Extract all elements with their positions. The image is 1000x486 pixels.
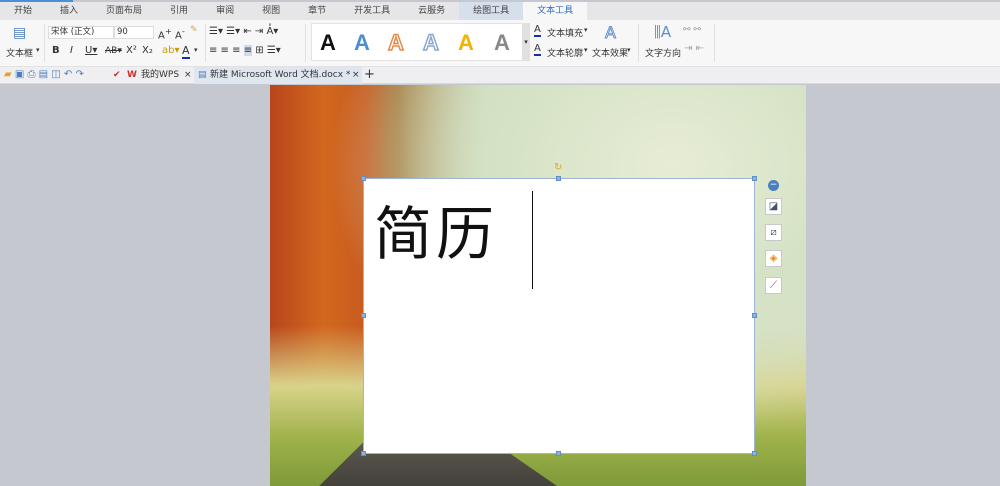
arrange-icons[interactable]: ⇥ ⇤	[684, 43, 704, 54]
text-style-gallery: A A A A A A	[311, 23, 529, 61]
shape-outline-icon[interactable]: ⧄	[765, 224, 782, 241]
textbox-button[interactable]: 文本框	[6, 46, 33, 59]
text-effect-icon: A	[605, 23, 617, 43]
tab-review[interactable]: 审阅	[202, 2, 248, 20]
strikethrough-button[interactable]: AB▾	[105, 46, 122, 56]
tab-view[interactable]: 视图	[248, 2, 294, 20]
italic-button[interactable]: I	[70, 45, 73, 56]
resize-handle-tl[interactable]	[361, 176, 366, 181]
tab-drawing-tools[interactable]: 绘图工具	[459, 2, 524, 20]
text-box[interactable]: 简历	[363, 178, 755, 454]
tab-section[interactable]: 章节	[294, 2, 340, 20]
style-blue-outline[interactable]: A	[422, 29, 439, 56]
resize-handle-br[interactable]	[752, 451, 757, 456]
text-cursor	[532, 191, 533, 289]
style-orange-outline[interactable]: A	[387, 29, 404, 56]
bold-button[interactable]: B	[52, 45, 60, 56]
resize-handle-tr[interactable]	[752, 176, 757, 181]
text-outline-icon: A	[534, 43, 541, 56]
align-icons[interactable]: ≡ ≡ ≡ ≡ ⊞ ☰▾	[209, 45, 281, 56]
resize-handle-bl[interactable]	[361, 451, 366, 456]
fill-icon[interactable]: ◈	[765, 250, 782, 267]
text-fill-button[interactable]: 文本填充	[547, 26, 583, 39]
layout-options-icon[interactable]: ◪	[765, 198, 782, 215]
gallery-more-button[interactable]: ▾	[522, 23, 530, 61]
resize-handle-t[interactable]	[556, 176, 561, 181]
quick-access-icons[interactable]: ▰ ▣ ⎙ ▤ ◫ ↶ ↷	[4, 67, 84, 84]
textbox-content[interactable]: 简历	[374, 187, 498, 271]
link-icon[interactable]: ⚯ ⚯	[683, 25, 701, 35]
resize-handle-r[interactable]	[752, 313, 757, 318]
tab-document[interactable]: 新建 Microsoft Word 文档.docx *	[210, 67, 350, 84]
underline-button[interactable]: U▾	[85, 45, 97, 56]
text-direction-button[interactable]: 文字方向	[645, 46, 681, 59]
close-wps-tab-icon[interactable]: ×	[184, 67, 192, 84]
tab-my-wps[interactable]: 我的WPS	[141, 67, 179, 84]
tab-layout[interactable]: 页面布局	[92, 2, 156, 20]
style-blue[interactable]: A	[354, 30, 370, 56]
clear-format-icon[interactable]: ✎	[190, 25, 198, 35]
document-tabs: ▰ ▣ ⎙ ▤ ◫ ↶ ↷ ✔ W 我的WPS × ▤ 新建 Microsoft…	[0, 67, 1000, 84]
font-size-select[interactable]: 90	[114, 26, 154, 39]
tab-cloud[interactable]: 云服务	[404, 2, 459, 20]
line-icon[interactable]: ⟋	[765, 277, 782, 294]
tab-text-tools[interactable]: 文本工具	[523, 2, 588, 20]
wps-logo-icon: W	[127, 70, 137, 80]
rotate-handle-icon[interactable]: ↻	[554, 162, 562, 173]
resize-handle-l[interactable]	[361, 313, 366, 318]
textbox-icon[interactable]: ▤	[13, 25, 26, 41]
new-tab-button[interactable]: +	[364, 67, 375, 84]
ribbon: ▤ 文本框 ▾ 宋体 (正文) 90 A+ A- ✎ B I U▾ AB▾ X²…	[0, 20, 1000, 67]
grow-font-icon[interactable]: A+ A-	[158, 26, 185, 41]
style-black[interactable]: A	[320, 30, 336, 56]
style-gray[interactable]: A	[494, 30, 510, 56]
close-doc-tab-icon[interactable]: ×	[352, 67, 360, 84]
text-effect-button[interactable]: 文本效果	[592, 46, 628, 59]
pin-icon[interactable]: ✔	[113, 67, 121, 84]
text-fill-icon: A	[534, 24, 541, 37]
font-name-select[interactable]: 宋体 (正文)	[48, 26, 114, 39]
text-outline-button[interactable]: 文本轮廓	[547, 46, 583, 59]
tab-developer[interactable]: 开发工具	[340, 2, 404, 20]
list-icons[interactable]: ☰▾ ☰▾ ⇤ ⇥ A̓▾	[209, 26, 278, 37]
collapse-icon[interactable]: −	[768, 180, 779, 191]
tab-references[interactable]: 引用	[156, 2, 202, 20]
superscript-button[interactable]: X²	[126, 45, 137, 56]
font-color-icon[interactable]: A	[182, 44, 190, 59]
menu-tabs: 开始 插入 页面布局 引用 审阅 视图 章节 开发工具 云服务 绘图工具 文本工…	[0, 2, 1000, 20]
style-yellow[interactable]: A	[458, 30, 474, 56]
resize-handle-b[interactable]	[556, 451, 561, 456]
highlight-icon[interactable]: ab▾	[162, 45, 180, 56]
tab-insert[interactable]: 插入	[46, 2, 92, 20]
tab-home[interactable]: 开始	[0, 2, 46, 20]
doc-icon: ▤	[198, 70, 207, 80]
subscript-button[interactable]: X₂	[142, 45, 153, 56]
text-direction-icon: ⫼A	[654, 23, 672, 41]
